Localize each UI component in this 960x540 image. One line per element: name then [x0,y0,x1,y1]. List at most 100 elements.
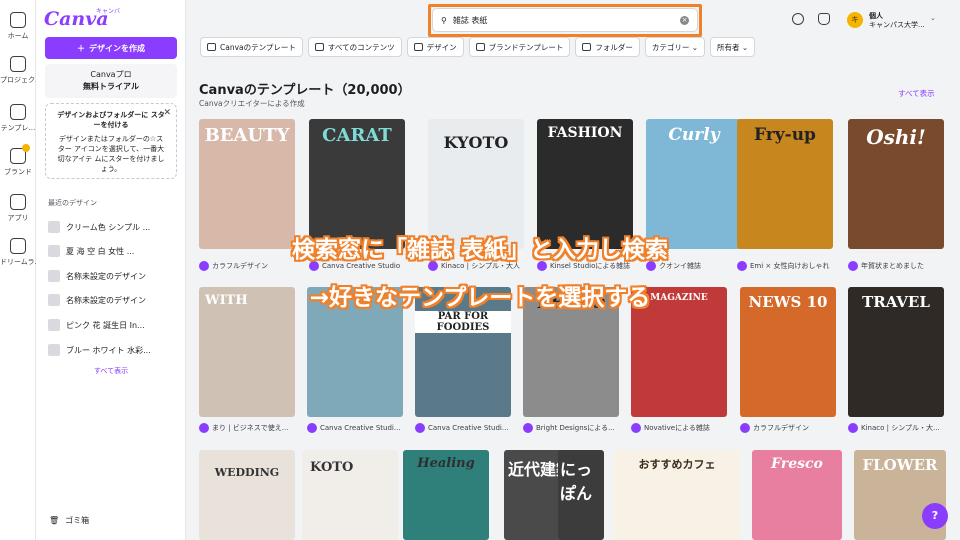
template-creator[interactable]: まり | ビジネスで使え... [199,421,299,435]
create-design-button[interactable]: ＋ デザインを作成 [45,37,177,59]
crown-badge-icon [22,144,30,152]
chip-designs[interactable]: デザイン [406,37,464,57]
folder-icon [582,43,592,51]
design-thumbnail [48,245,60,257]
canva-pro-trial-button[interactable]: Canvaプロ 無料トライアル [45,64,177,98]
chip-brand-templates[interactable]: ブランドテンプレート [468,37,571,57]
template-creator[interactable]: Canva Creative Studi... [415,421,515,435]
template-title: FLOWER [862,456,938,474]
chip-label: 所有者 ⌄ [717,42,749,52]
top-bar: ⚲ 雑誌 表紙 × キ 個人 キャンパス大学... ⌄ [186,0,960,37]
dream-lab-icon [10,238,26,254]
filter-chips: Canvaのテンプレート すべてのコンテンツ デザイン ブランドテンプレート フ… [200,37,756,57]
template-card[interactable]: TRAVEL [848,287,944,417]
creator-name: 年賀状まとめました [861,262,924,270]
left-panel: Canva キャンバ ＋ デザインを作成 Canvaプロ 無料トライアル ✕ デ… [36,0,186,540]
chip-all-content[interactable]: すべてのコンテンツ [307,37,402,57]
rail-apps[interactable]: アプリ [0,194,36,223]
plus-icon: ＋ [77,43,85,53]
account-name: キャンパス大学... [869,21,925,29]
close-icon[interactable]: ✕ [163,108,171,118]
template-card[interactable]: Healing [403,450,489,540]
template-title: にっぽん [560,460,593,503]
template-title: TRAVEL [862,293,930,311]
pro-subtitle: 無料トライアル [83,82,139,91]
design-name: 夏 海 空 白 女性 ... [66,246,135,256]
recent-design-item[interactable]: クリーム色 シンプル ... [48,219,178,235]
design-name: 名称未設定のデザイン [66,271,146,281]
recent-design-item[interactable]: ブルー ホワイト 水彩... [48,342,178,358]
recent-design-item[interactable]: ピンク 花 誕生日 In... [48,317,178,333]
creator-name: Canva Creative Studi... [428,424,509,432]
design-icon [413,43,423,51]
recent-design-item[interactable]: 名称未設定のデザイン [48,292,178,308]
logo-subtitle: キャンバ [96,8,121,15]
avatar[interactable]: キ [847,12,863,28]
recent-design-item[interactable]: 名称未設定のデザイン [48,268,178,284]
account-switcher[interactable]: 個人 キャンパス大学... [869,12,925,30]
template-title: Oshi! [866,125,926,149]
search-highlight-box [428,4,702,37]
creator-name: Bright Designsによる... [536,424,615,432]
rail-brand[interactable]: ブランド [0,144,36,177]
creator-name: まり | ビジネスで使え... [212,424,289,432]
template-creator[interactable]: 年賀状まとめました [848,259,948,273]
rail-label: ドリームラ… [0,258,36,266]
rail-label: ホーム [7,32,29,40]
notification-bell-icon[interactable] [818,13,830,25]
template-card[interactable]: Oshi! [848,119,944,249]
template-card[interactable]: Fresco [752,450,842,540]
creator-avatar [740,423,750,433]
creator-name: Novativeによる雑誌 [644,424,710,432]
template-card[interactable]: おすすめカフェ [614,450,740,540]
show-all-link[interactable]: すべて表示 [898,88,935,99]
template-creator[interactable]: Canva Creative Studi... [307,421,407,435]
template-creator[interactable]: Novativeによる雑誌 [631,421,731,435]
template-creator[interactable]: Bright Designsによる... [523,421,623,435]
creator-name: カラフルデザイン [753,424,809,432]
template-title: Healing [417,456,475,471]
creator-avatar [415,423,425,433]
template-title: Curly [668,125,720,145]
rail-templates[interactable]: テンプレ… [0,104,36,133]
chip-folders[interactable]: フォルダー [575,37,640,57]
instruction-overlay-line1: 検索窓に「雑誌 表紙」と入力し検索 [291,237,668,263]
template-title: おすすめカフェ [638,458,716,471]
rail-label: アプリ [7,214,29,222]
design-thumbnail [48,294,60,306]
design-name: ピンク 花 誕生日 In... [66,320,145,330]
star-tip-card: ✕ デザインおよびフォルダーに スターを付ける デザインまたはフォルダーの☆スタ… [45,103,177,179]
template-title: CARAT [322,125,392,146]
template-title: BEAUTY [204,125,290,146]
folder-icon [10,56,26,72]
chip-category[interactable]: カテゴリー ⌄ [644,37,706,57]
rail-dream-lab[interactable]: ドリームラ… [0,238,36,267]
folder-icon [314,43,324,51]
trash-icon: 🗑 [49,516,60,525]
settings-gear-icon[interactable] [792,13,804,25]
recent-show-all-link[interactable]: すべて表示 [36,366,186,376]
chevron-down-icon[interactable]: ⌄ [930,14,936,22]
pro-title: Canvaプロ [90,70,132,79]
template-card[interactable]: にっぽん [558,450,604,540]
rail-label: テンプレ… [0,124,36,132]
trash-link[interactable]: 🗑 ゴミ箱 [49,515,89,526]
template-title: KYOTO [443,133,509,152]
template-icon [207,43,216,51]
chip-canva-templates[interactable]: Canvaのテンプレート [200,37,303,57]
template-title: Fresco [771,456,823,472]
recent-design-item[interactable]: 夏 海 空 白 女性 ... [48,243,178,259]
creator-avatar [307,423,317,433]
rail-projects[interactable]: プロジェク… [0,56,36,85]
chip-label: デザイン [426,42,457,52]
help-button[interactable]: ? [922,503,948,529]
design-thumbnail [48,270,60,282]
chip-owner[interactable]: 所有者 ⌄ [710,37,756,57]
template-card[interactable]: WEDDING [199,450,295,540]
template-card[interactable]: KOTO [302,450,398,540]
template-creator[interactable]: Kinaco | シンプル・大... [848,421,948,435]
results-title: Canvaのテンプレート（20,000） [199,83,411,98]
template-creator[interactable]: カラフルデザイン [740,421,840,435]
chip-label: フォルダー [595,42,633,52]
rail-home[interactable]: ホーム [0,12,36,41]
